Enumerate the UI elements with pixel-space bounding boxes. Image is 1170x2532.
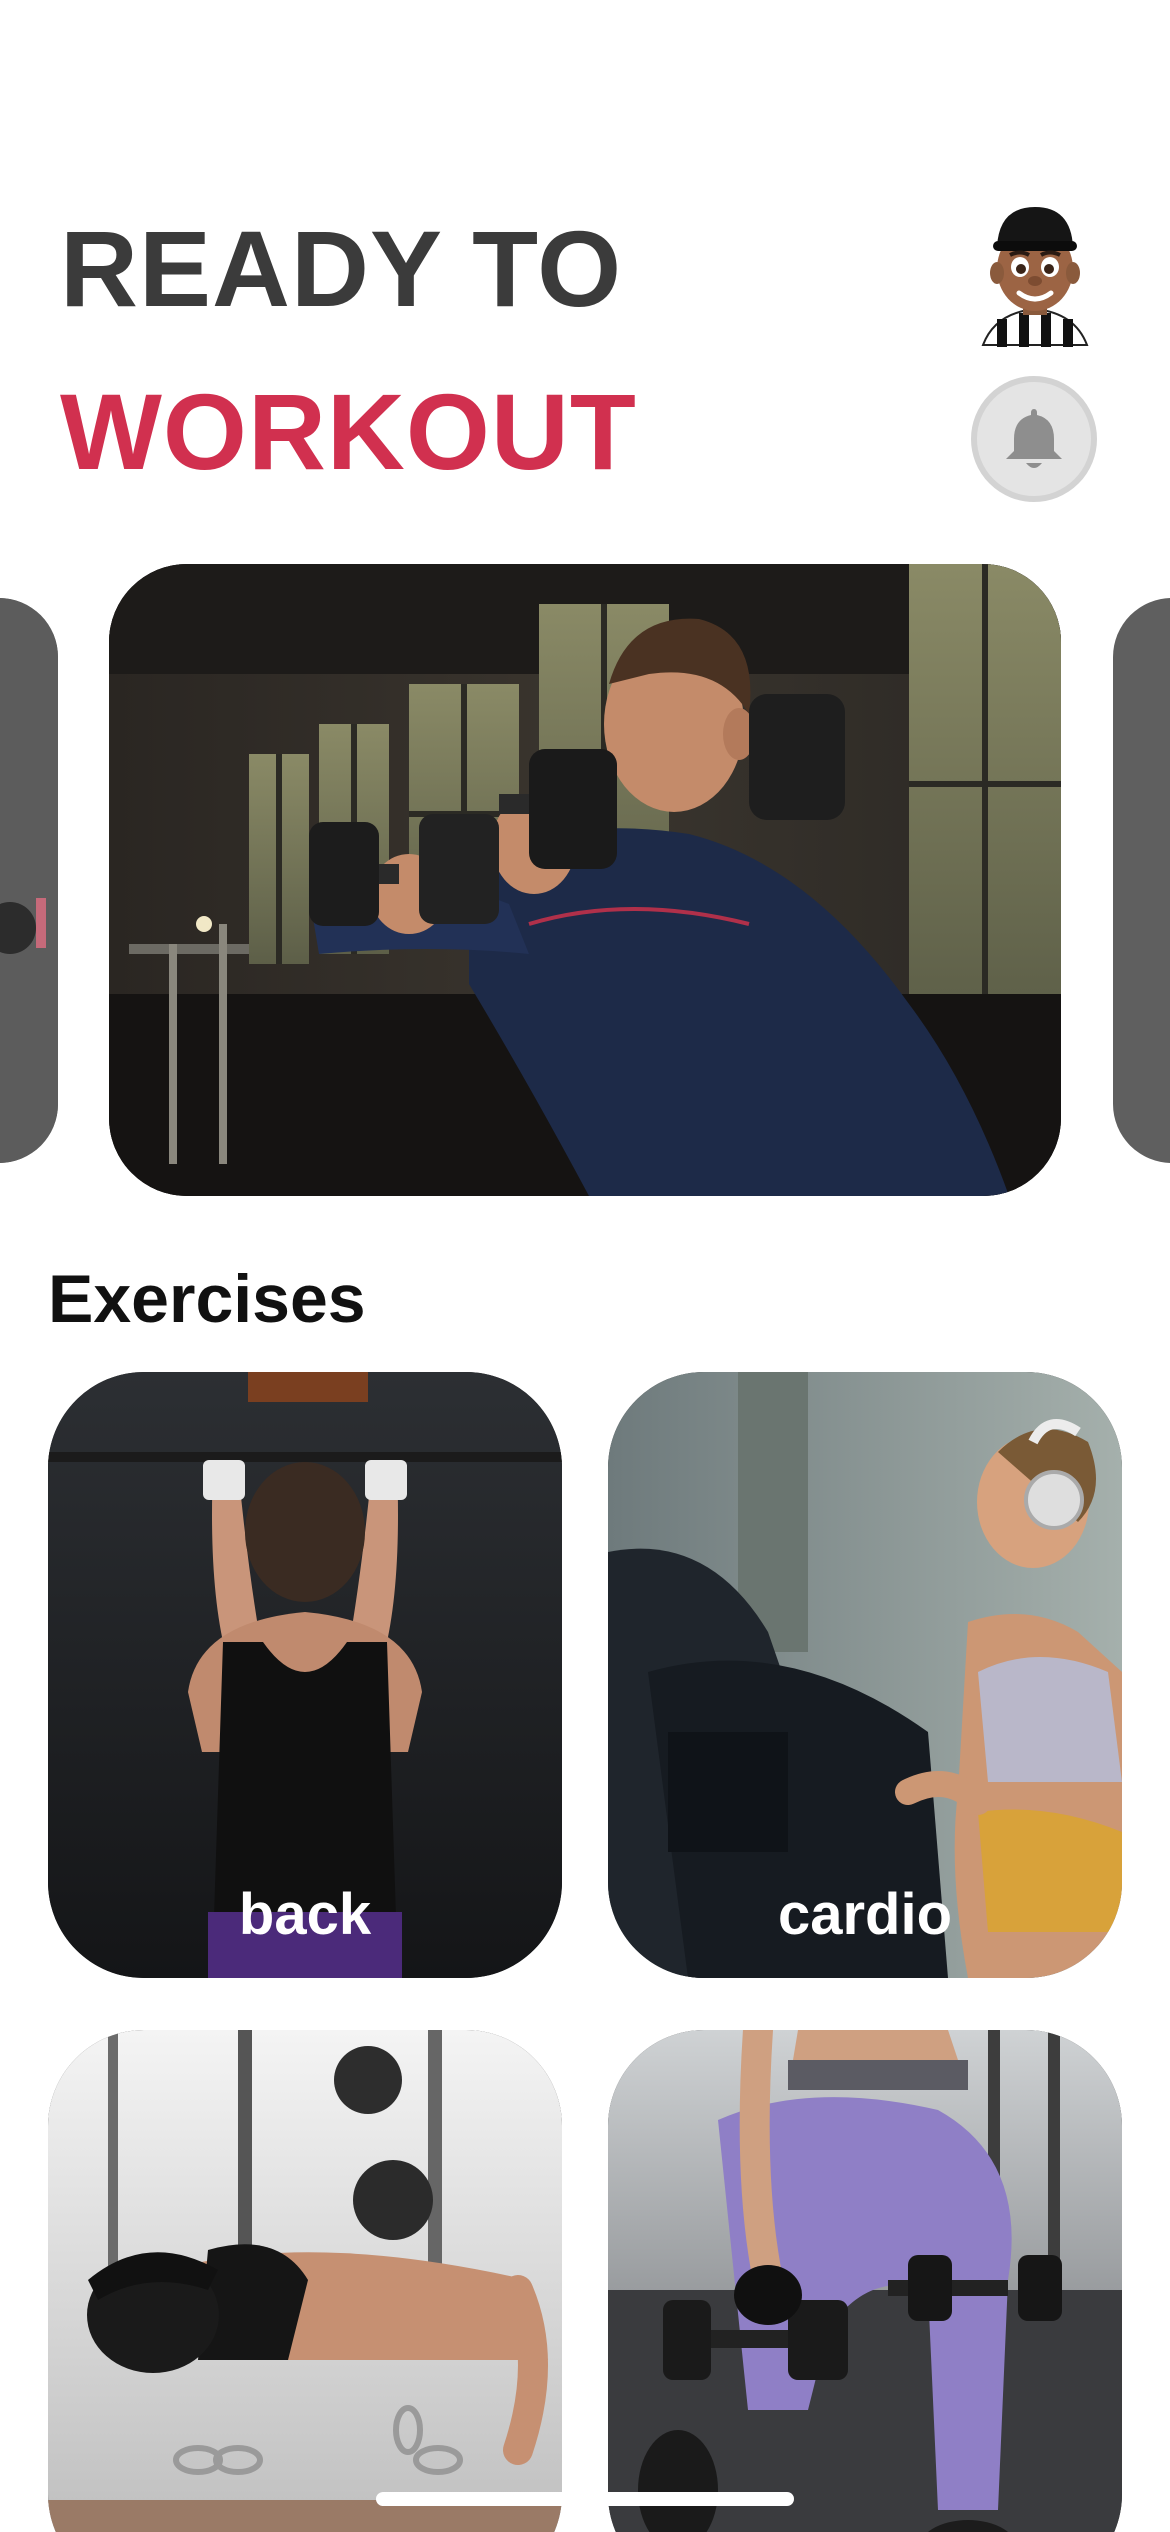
exercise-card-back[interactable]: back: [48, 1372, 562, 1978]
header-title-line2: WORKOUT: [60, 371, 637, 492]
man-dumbbell-curl-photo: [109, 564, 1061, 1196]
exercise-label-cardio: cardio: [777, 1882, 953, 1947]
exercises-section-title: Exercises: [48, 1261, 366, 1337]
bell-icon: [1006, 409, 1062, 468]
referee-avatar-icon[interactable]: [975, 195, 1095, 355]
exercise-card-lunge[interactable]: [608, 2030, 1122, 2532]
exercise-label-back: back: [238, 1882, 372, 1947]
home-screen: READY TO WORKOUT Exercises back cardio: [0, 0, 1170, 2532]
header-title-line1: READY TO: [60, 208, 623, 329]
carousel-card-next[interactable]: [1113, 598, 1170, 1163]
woman-lunge-dumbbells-photo: [608, 2030, 1122, 2532]
carousel-card-previous[interactable]: [0, 598, 58, 1163]
exercise-card-cardio[interactable]: cardio: [608, 1372, 1122, 1978]
featured-workout-card[interactable]: [109, 564, 1061, 1196]
man-push-up-photo: [48, 2030, 562, 2532]
home-indicator[interactable]: [376, 2492, 794, 2506]
exercise-card-push-up[interactable]: [48, 2030, 562, 2532]
notifications-button[interactable]: [971, 376, 1097, 502]
